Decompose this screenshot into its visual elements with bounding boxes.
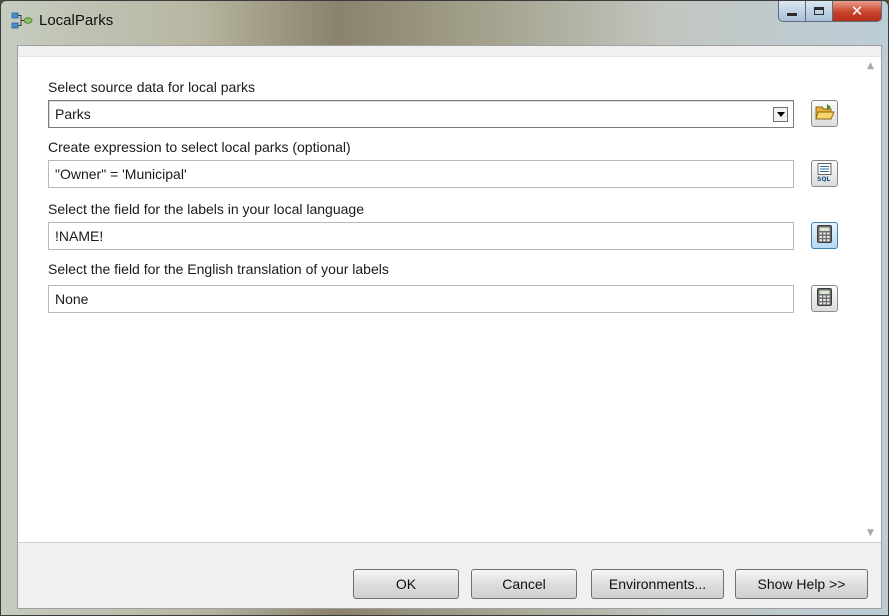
maximize-icon (814, 7, 824, 15)
parameters-panel: Select source data for local parks Parks… (18, 56, 881, 543)
environments-button[interactable]: Environments... (591, 569, 724, 599)
scroll-down-icon[interactable]: ▼ (867, 528, 874, 538)
dialog-client-area: Select source data for local parks Parks… (17, 45, 882, 609)
maximize-button[interactable] (806, 1, 833, 22)
calculator-icon (817, 225, 832, 246)
calculator-icon (817, 288, 832, 309)
svg-text:SQL: SQL (817, 176, 830, 182)
close-button[interactable]: ✕ (833, 1, 882, 22)
english-field-calculator-button[interactable] (811, 285, 838, 312)
label-field-input[interactable]: !NAME! (48, 222, 794, 250)
source-data-value: Parks (55, 106, 91, 122)
expression-label: Create expression to select local parks … (48, 139, 351, 155)
folder-open-icon (814, 103, 835, 124)
label-field-calculator-button[interactable] (811, 222, 838, 249)
browse-button[interactable] (811, 100, 838, 127)
sql-icon: SQL (816, 162, 833, 185)
window-controls: ✕ (778, 1, 882, 22)
title-bar[interactable]: LocalParks ✕ (1, 1, 888, 39)
source-data-label: Select source data for local parks (48, 79, 255, 95)
model-tool-icon (11, 12, 33, 30)
scroll-up-icon[interactable]: ▲ (867, 61, 874, 71)
close-icon: ✕ (850, 1, 864, 20)
label-field-label: Select the field for the labels in your … (48, 201, 364, 217)
english-field-label: Select the field for the English transla… (48, 261, 389, 277)
chevron-down-icon[interactable] (773, 107, 788, 122)
cancel-button[interactable]: Cancel (471, 569, 577, 599)
dialog-window: LocalParks ✕ Select source data for loca… (0, 0, 889, 616)
window-title: LocalParks (39, 12, 114, 29)
ok-button[interactable]: OK (353, 569, 459, 599)
minimize-icon (787, 13, 797, 16)
expression-input[interactable]: "Owner" = 'Municipal' (48, 160, 794, 188)
sql-button[interactable]: SQL (811, 160, 838, 187)
show-help-button[interactable]: Show Help >> (735, 569, 868, 599)
minimize-button[interactable] (778, 1, 806, 22)
english-field-input[interactable]: None (48, 285, 794, 313)
source-data-dropdown[interactable]: Parks (48, 100, 794, 128)
vertical-scrollbar[interactable]: ▲ ▼ (864, 57, 881, 542)
